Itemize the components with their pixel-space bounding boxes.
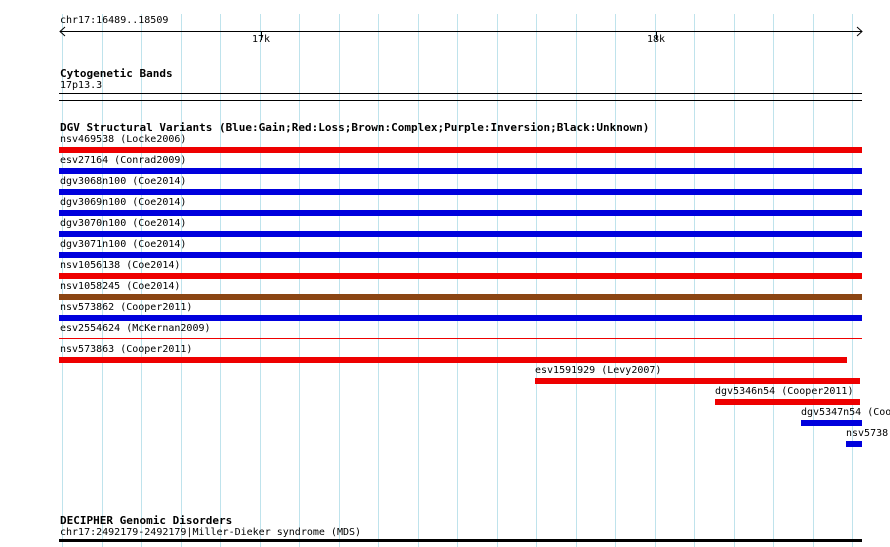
feature-bar[interactable] (59, 357, 847, 363)
decipher-feature-bar[interactable] (59, 539, 862, 542)
cytoband-band-bottom (59, 100, 862, 101)
feature-label[interactable]: nsv573863 (Cooper2011) (60, 344, 192, 356)
feature-bar[interactable] (59, 252, 862, 258)
feature-bar[interactable] (59, 189, 862, 195)
feature-bar[interactable] (59, 338, 862, 339)
feature-label[interactable]: dgv3069n100 (Coe2014) (60, 197, 186, 209)
decipher-feature-label[interactable]: chr17:2492179-2492179|Miller-Dieker synd… (60, 527, 361, 539)
cytoband-label[interactable]: 17p13.3 (60, 80, 102, 92)
feature-label[interactable]: dgv3071n100 (Coe2014) (60, 239, 186, 251)
feature-bar[interactable] (59, 231, 862, 237)
feature-bar[interactable] (59, 168, 862, 174)
feature-bar[interactable] (535, 378, 860, 384)
feature-label[interactable]: dgv3068n100 (Coe2014) (60, 176, 186, 188)
feature-label[interactable]: esv27164 (Conrad2009) (60, 155, 186, 167)
feature-bar[interactable] (59, 294, 862, 300)
ruler-scale (59, 26, 863, 40)
feature-bar[interactable] (59, 210, 862, 216)
feature-label[interactable]: esv2554624 (McKernan2009) (60, 323, 211, 335)
feature-label[interactable]: dgv3070n100 (Coe2014) (60, 218, 186, 230)
track-title-decipher: DECIPHER Genomic Disorders (60, 514, 233, 527)
track-title-dgv: DGV Structural Variants (Blue:Gain;Red:L… (60, 121, 650, 134)
feature-label[interactable]: dgv5347n54 (Coo (801, 407, 890, 419)
feature-bar[interactable] (715, 399, 860, 405)
feature-bar[interactable] (59, 273, 862, 279)
ruler-tick-17k: 17k (252, 34, 271, 45)
ruler-tick-18k: 18k (647, 34, 666, 45)
track-title-cytoband: Cytogenetic Bands (60, 67, 173, 80)
feature-bar[interactable] (59, 147, 862, 153)
feature-label[interactable]: nsv1058245 (Coe2014) (60, 281, 180, 293)
feature-label[interactable]: esv1591929 (Levy2007) (535, 365, 661, 377)
cytoband-band-top (59, 93, 862, 94)
feature-bar[interactable] (801, 420, 862, 426)
feature-bar[interactable] (59, 315, 862, 321)
feature-label[interactable]: nsv469538 (Locke2006) (60, 134, 186, 146)
feature-bar[interactable] (846, 441, 862, 447)
feature-label[interactable]: nsv5738 (846, 428, 888, 440)
feature-label[interactable]: nsv573862 (Cooper2011) (60, 302, 192, 314)
genome-browser-view: chr17:16489..18509 17k 18k Cytogenetic B… (0, 0, 890, 547)
feature-label[interactable]: dgv5346n54 (Cooper2011) (715, 386, 853, 398)
feature-label[interactable]: nsv1056138 (Coe2014) (60, 260, 180, 272)
